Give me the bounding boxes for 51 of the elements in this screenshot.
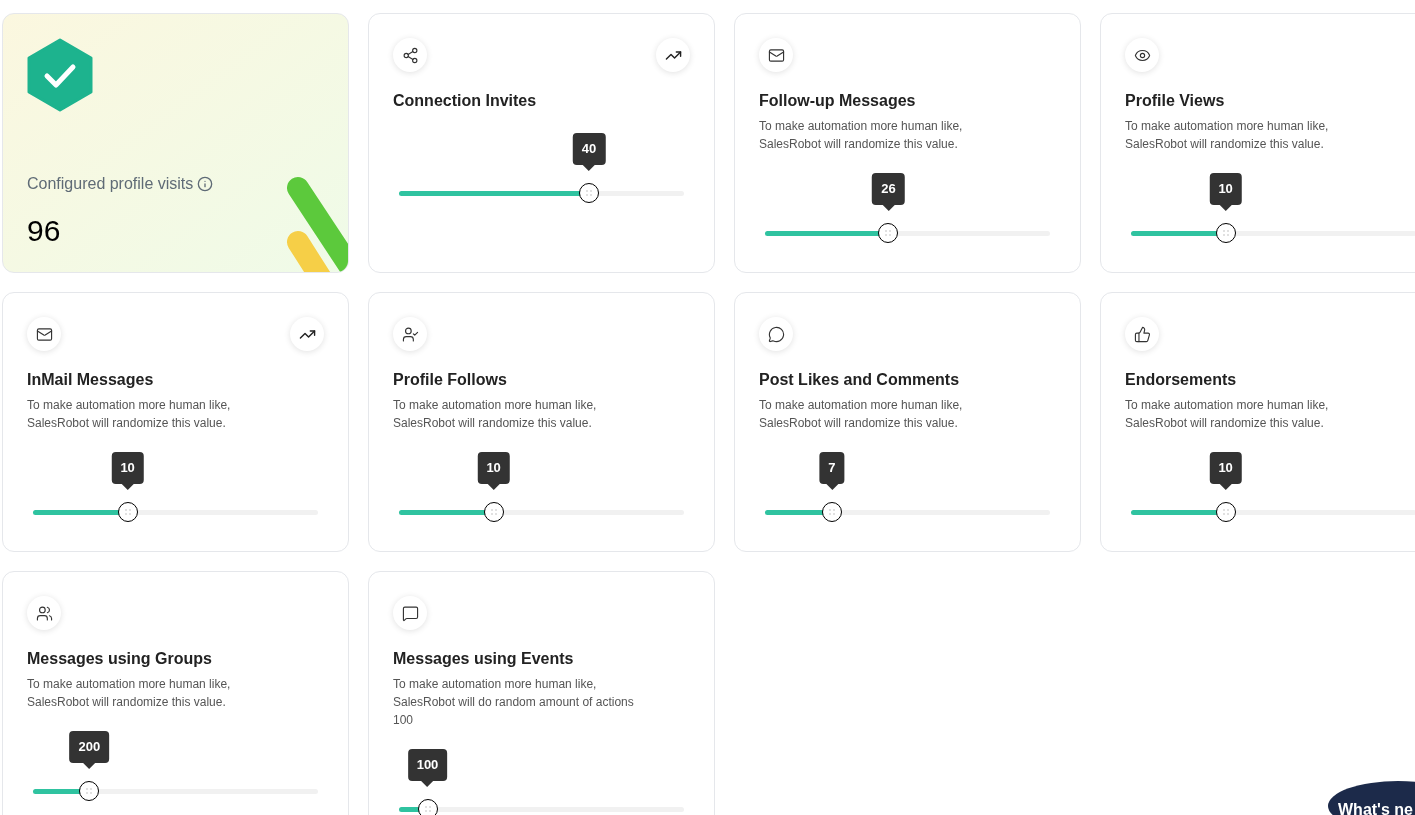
value-tooltip: 10 <box>477 452 510 490</box>
card-title: Follow-up Messages <box>759 91 917 111</box>
card-description: To make automation more human like, SalesRobot will randomize this value. <box>759 397 964 432</box>
card-description: To make automation more human like, SalesRobot will do random amount of actions 100 <box>393 676 635 729</box>
value-tooltip: 26 <box>872 173 905 211</box>
slider-thumb[interactable] <box>417 799 438 815</box>
value-tooltip: 40 <box>572 133 606 171</box>
card-title: Post Likes and Comments <box>759 370 961 390</box>
card-description: To make automation more human like, SalesRobot will randomize this value. <box>759 118 964 153</box>
slider-thumb[interactable] <box>79 781 100 801</box>
slider-thumb[interactable] <box>579 183 600 203</box>
slider-thumb[interactable] <box>117 502 138 522</box>
value-tooltip: 7 <box>819 452 845 490</box>
value-tooltip: 10 <box>111 452 144 490</box>
envelope-icon <box>759 38 793 72</box>
slider-thumb[interactable] <box>821 502 842 522</box>
trending-up-icon[interactable] <box>290 317 324 351</box>
checkmark-hexagon-icon <box>27 38 93 112</box>
card-title: Profile Follows <box>393 370 508 390</box>
value-tooltip: 200 <box>69 731 110 769</box>
card-description: To make automation more human like, SalesRobot will randomize this value. <box>27 397 232 432</box>
trending-up-icon[interactable] <box>656 38 690 72</box>
slider-thumb[interactable] <box>1215 223 1236 243</box>
slider-thumb[interactable] <box>483 502 504 522</box>
value-tooltip: 10 <box>1209 452 1242 490</box>
card-title: Messages using Events <box>393 649 575 669</box>
card-title: Messages using Groups <box>27 649 213 669</box>
value-tooltip: 100 <box>407 749 448 787</box>
thumbs-up-icon <box>1125 317 1159 351</box>
slider-thumb[interactable] <box>878 223 899 243</box>
card-title: Connection Invites <box>393 91 538 111</box>
info-icon <box>197 176 214 192</box>
card-description: To make automation more human like, SalesRobot will randomize this value. <box>1125 397 1330 432</box>
slider-thumb[interactable] <box>1215 502 1236 522</box>
eye-icon <box>1125 38 1159 72</box>
speech-bubble-icon <box>759 317 793 351</box>
message-icon <box>393 596 427 630</box>
card-title: InMail Messages <box>27 370 155 390</box>
stat-label: Configured profile visits <box>27 174 194 194</box>
user-check-icon <box>393 317 427 351</box>
whats-new-button[interactable]: What's ne <box>1328 781 1415 815</box>
stat-value: 96 <box>27 213 62 249</box>
envelope-icon <box>27 317 61 351</box>
users-icon <box>27 596 61 630</box>
card-title: Endorsements <box>1125 370 1238 390</box>
card-description: To make automation more human like, SalesRobot will randomize this value. <box>27 676 232 711</box>
share-icon <box>393 38 427 72</box>
value-tooltip: 10 <box>1209 173 1242 211</box>
card-title: Profile Views <box>1125 91 1226 111</box>
card-description: To make automation more human like, SalesRobot will randomize this value. <box>1125 118 1330 153</box>
card-description: To make automation more human like, SalesRobot will randomize this value. <box>393 397 598 432</box>
